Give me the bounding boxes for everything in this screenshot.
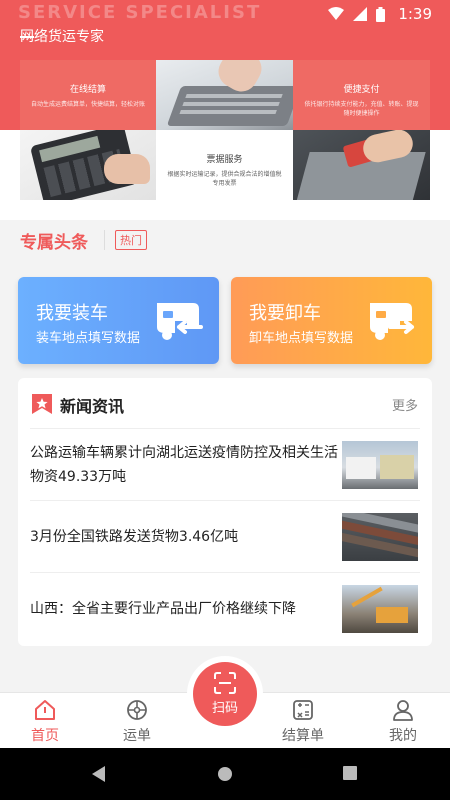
hot-tag[interactable]: 热门 <box>115 230 147 250</box>
banner-photo-credit-card <box>293 130 430 200</box>
truck-unload-icon <box>370 303 414 340</box>
tab-waybill-label: 运单 <box>123 728 151 744</box>
news-item[interactable]: 山西：全省主要行业产品出厂价格继续下降 <box>30 572 420 644</box>
news-item[interactable]: 公路运输车辆累计向湖北运送疫情防控及相关生活物资49.33万吨 <box>30 428 420 500</box>
recents-icon[interactable] <box>343 766 357 780</box>
headlines-row: 专属头条 热门 <box>20 226 147 254</box>
news-item-title: 3月份全国铁路发送货物3.46亿吨 <box>30 529 239 545</box>
banner-tile-desc: 根据实时运输记录，提供合规合法的增值税专用发票 <box>167 171 282 187</box>
unload-truck-card[interactable]: 我要卸车 卸车地点填写数据 <box>231 277 432 364</box>
news-more-link[interactable]: 更多 <box>392 395 418 414</box>
clock: 1:39 <box>398 5 432 23</box>
home-icon <box>35 700 55 720</box>
status-bar: SERVICE SPECIALIST 1:39 <box>0 0 450 26</box>
banner-tile-desc: 依托银行持续支付能力，充值、转账、提现随时便捷操作 <box>304 101 419 117</box>
news-item[interactable]: 3月份全国铁路发送货物3.46亿吨 <box>30 500 420 572</box>
banner-tile-convenient-payment: 便捷支付 依托银行持续支付能力，充值、转账、提现随时便捷操作 <box>293 60 430 130</box>
system-navigation-bar <box>0 748 450 800</box>
tab-mine[interactable]: 我的 <box>358 693 448 749</box>
banner-tile-desc: 自动生成运费结算单，快捷结算，轻松对账 <box>30 101 145 108</box>
back-icon[interactable] <box>92 766 106 782</box>
load-card-title: 我要装车 <box>36 303 108 324</box>
tab-home-label: 首页 <box>31 728 59 744</box>
header-ghost-text: SERVICE SPECIALIST <box>18 2 262 23</box>
wheel-icon <box>127 700 147 720</box>
tab-mine-label: 我的 <box>389 728 417 744</box>
news-header: 新闻资讯 更多 <box>18 378 432 428</box>
banner-tile-title: 票据服务 <box>206 155 243 165</box>
banner-photo-calculator <box>20 130 156 200</box>
calculator-icon <box>293 700 313 720</box>
scan-button[interactable]: 扫码 <box>193 662 257 726</box>
news-thumbnail <box>342 585 418 633</box>
tab-waybill[interactable]: 运单 <box>92 693 182 749</box>
wifi-icon <box>328 7 345 20</box>
banner-tile-title: 便捷支付 <box>343 85 380 95</box>
news-thumbnail <box>342 441 418 489</box>
title-underline <box>20 36 34 38</box>
load-card-subtitle: 装车地点填写数据 <box>36 331 141 346</box>
news-section-title: 新闻资讯 <box>60 397 125 416</box>
banner-photo-keyboard <box>156 60 293 130</box>
news-section: 新闻资讯 更多 公路运输车辆累计向湖北运送疫情防控及相关生活物资49.33万吨 … <box>18 378 432 646</box>
scan-icon <box>214 672 236 694</box>
battery-icon <box>376 6 386 22</box>
tab-home[interactable]: 首页 <box>0 693 90 749</box>
banner-tile-title: 在线结算 <box>69 85 106 95</box>
load-truck-card[interactable]: 我要装车 装车地点填写数据 <box>18 277 219 364</box>
unload-card-subtitle: 卸车地点填写数据 <box>249 331 354 346</box>
headlines-title: 专属头条 <box>20 232 88 253</box>
home-circle-icon[interactable] <box>217 766 233 782</box>
news-thumbnail <box>342 513 418 561</box>
unload-card-title: 我要卸车 <box>249 303 321 324</box>
banner-tile-online-settlement: 在线结算 自动生成运费结算单，快捷结算，轻松对账 <box>20 60 156 130</box>
tab-settlement[interactable]: 结算单 <box>258 693 348 749</box>
feature-banner[interactable]: 在线结算 自动生成运费结算单，快捷结算，轻松对账 便捷支付 依托银行持续支付能力… <box>20 60 430 200</box>
divider <box>104 230 105 250</box>
banner-tile-invoice-service: 票据服务 根据实时运输记录，提供合规合法的增值税专用发票 <box>156 130 293 200</box>
user-icon <box>393 700 413 721</box>
signal-icon <box>353 7 368 21</box>
truck-load-icon <box>157 303 203 340</box>
news-item-title: 公路运输车辆累计向湖北运送疫情防控及相关生活物资49.33万吨 <box>30 445 338 485</box>
news-item-title: 山西：全省主要行业产品出厂价格继续下降 <box>30 601 296 617</box>
scan-button-label: 扫码 <box>211 701 238 716</box>
bookmark-star-icon <box>32 394 52 414</box>
tab-settlement-label: 结算单 <box>282 728 324 744</box>
